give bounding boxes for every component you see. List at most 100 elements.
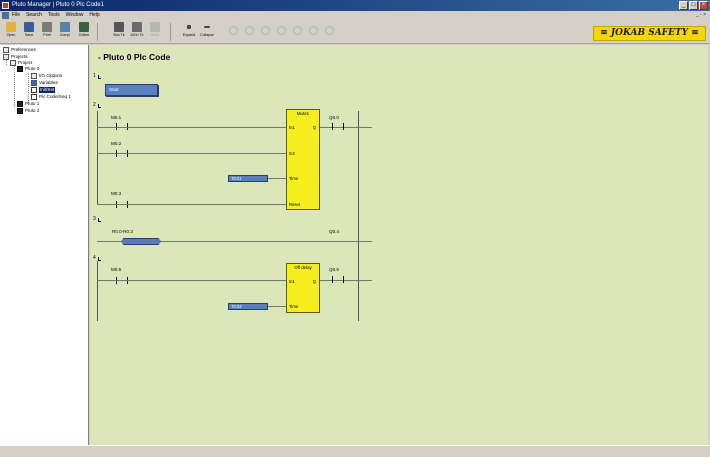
plc-code-editor[interactable]: - Pluto 0 Plc Code 1 Start 2 M0.1 M0.2 T… <box>90 45 708 445</box>
tree-connector <box>14 65 15 107</box>
document-icon[interactable] <box>2 12 9 19</box>
timer-variable-box[interactable]: T0.01 <box>228 175 268 182</box>
collapse-label: Collapse <box>200 33 214 37</box>
tree-item-pluto-2[interactable]: Pluto 2 <box>17 108 39 114</box>
menu-search[interactable]: Search <box>26 11 42 20</box>
wire <box>97 204 286 205</box>
tree-item-pluto-0[interactable]: Pluto 0 <box>17 66 39 72</box>
monitor-icon[interactable] <box>309 26 318 35</box>
output-label: Q0.5 <box>329 267 339 272</box>
all-in-tk-button[interactable]: All In Tk <box>128 22 146 42</box>
toolbar-separator <box>170 23 171 41</box>
menu-window[interactable]: Window <box>66 11 84 20</box>
close-button[interactable]: × <box>699 1 708 10</box>
save-disk-icon <box>24 22 34 32</box>
pin-label: Q <box>312 279 316 284</box>
collapse-icon <box>204 26 210 28</box>
online-button[interactable]: Online <box>75 22 93 42</box>
pin-label: Time <box>289 304 299 309</box>
save-button[interactable]: Save <box>20 22 38 42</box>
printer-icon <box>42 22 52 32</box>
network-marker <box>98 257 101 261</box>
tree-item-preferences[interactable]: Preferences <box>3 47 36 53</box>
open-folder-icon <box>6 22 16 32</box>
tree-item-label: I/O Options <box>39 73 63 78</box>
maximize-button[interactable]: □ <box>689 1 698 10</box>
print-button[interactable]: Print <box>38 22 56 42</box>
brand-text: JOKAB SAFETY <box>610 28 689 38</box>
wire <box>97 241 372 242</box>
menu-tools[interactable]: Tools <box>48 11 60 20</box>
contact-label: M0.5 <box>111 267 122 272</box>
contact-label: R0.0-R0.3 <box>112 229 133 234</box>
start-variable-box[interactable]: Start <box>105 84 158 96</box>
plc-icon <box>17 101 23 107</box>
wire <box>268 178 286 179</box>
pin-label: Reset <box>289 202 300 207</box>
pin-label: Q <box>312 125 316 130</box>
off-delay-function-block[interactable]: Off delay In1 Time Q <box>286 263 320 313</box>
status-bar <box>0 445 710 457</box>
variables-icon <box>31 80 37 86</box>
menu-bar: File Search Tools Window Help _ ▫ × <box>0 11 710 20</box>
pause-icon[interactable] <box>245 26 254 35</box>
plc-icon <box>17 66 23 72</box>
contact-label: M0.2 <box>111 141 122 146</box>
all-in-icon <box>132 22 142 32</box>
jokab-safety-logo: ≡ JOKAB SAFETY ≡ <box>593 26 706 41</box>
function-block-title: Off delay <box>294 265 312 270</box>
diagram-icon <box>31 87 37 93</box>
pin-label: In2 <box>289 151 295 156</box>
network-marker <box>98 75 101 79</box>
tree-item-pluto-1[interactable]: Pluto 1 <box>17 101 39 107</box>
refresh-icon[interactable] <box>325 26 334 35</box>
tree-item-io-options[interactable]: I/O Options <box>31 73 62 79</box>
contact-label: M0.3 <box>111 191 122 196</box>
page-title: - Pluto 0 Plc Code <box>98 52 171 62</box>
pin-label: Time <box>289 176 299 181</box>
bus-icon <box>114 22 124 32</box>
tree-item-plc-code-seq[interactable]: Plc Code/Seq 1 <box>31 94 71 100</box>
tree-item-init-set[interactable]: Init/Set <box>31 87 56 93</box>
record-icon[interactable] <box>293 26 302 35</box>
left-power-rail <box>97 261 98 321</box>
output-coil-q00[interactable] <box>332 123 344 130</box>
minimize-button[interactable]: _ <box>679 1 688 10</box>
undo-button[interactable]: Undo <box>146 22 164 42</box>
expand-button[interactable]: Expand <box>180 22 198 42</box>
tree-item-label: Variables <box>39 80 58 85</box>
mute-function-block[interactable]: Mute1 In1 In2 Time Reset Q <box>286 109 320 210</box>
bus-tk-button[interactable]: Bus Tk <box>110 22 128 42</box>
output-label: Q0.4 <box>329 229 339 234</box>
window-controls: _ □ × <box>679 1 708 10</box>
expand-label: Expand <box>182 33 196 37</box>
menu-file[interactable]: File <box>12 11 20 20</box>
pin-label: In1 <box>289 279 295 284</box>
run-icon[interactable] <box>277 26 286 35</box>
network-number: 4 <box>93 255 96 261</box>
collapse-button[interactable]: Collapse <box>198 22 216 42</box>
tree-item-variables[interactable]: Variables <box>31 80 58 86</box>
contact-label: M0.1 <box>111 115 122 120</box>
tree-item-label: Init/Set <box>39 87 56 93</box>
open-label: Open <box>6 33 16 37</box>
output-label: Q0.0 <box>329 115 339 120</box>
online-label: Online <box>78 33 90 37</box>
tree-item-label: Pluto 1 <box>25 101 40 106</box>
window-title: Pluto Manager | Pluto 0 Plc Code1 <box>12 2 104 8</box>
stop-icon[interactable] <box>261 26 270 35</box>
project-tree: Preferences Projects Project Pluto 0 I/O… <box>0 45 89 445</box>
toolbar-separator <box>97 23 98 41</box>
save-label: Save <box>24 33 34 37</box>
network-marker <box>98 218 101 222</box>
timer-variable-box[interactable]: T0.02 <box>228 303 268 310</box>
window-titlebar: Pluto Manager | Pluto 0 Plc Code1 _ □ × <box>0 0 710 11</box>
compile-button[interactable]: Compi <box>56 22 74 42</box>
step-icon[interactable] <box>229 26 238 35</box>
print-label: Print <box>43 33 51 37</box>
menu-help[interactable]: Help <box>89 11 99 20</box>
open-button[interactable]: Open <box>2 22 20 42</box>
right-power-rail <box>358 111 359 321</box>
mdi-window-controls[interactable]: _ ▫ × <box>696 11 706 20</box>
output-coil-q05[interactable] <box>332 276 344 283</box>
